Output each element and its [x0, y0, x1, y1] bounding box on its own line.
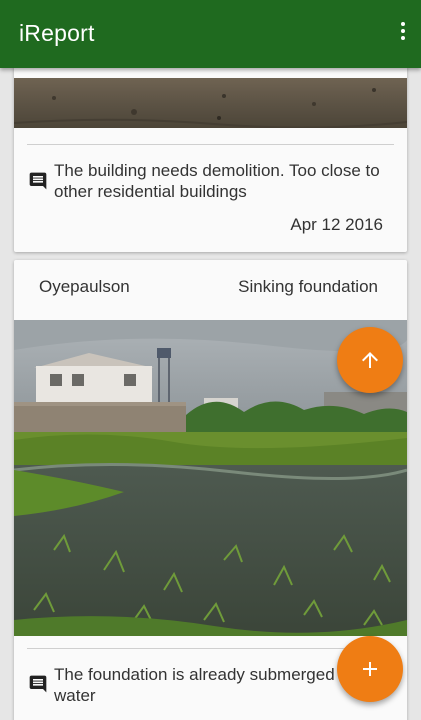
arrow-up-icon: [362, 352, 378, 368]
scroll-top-button[interactable]: [337, 327, 403, 393]
report-photo[interactable]: [14, 78, 407, 129]
comment-icon: [29, 172, 47, 190]
report-date: Apr 12 2016: [290, 215, 383, 234]
divider: [27, 144, 394, 145]
report-category: Sinking foundation: [238, 277, 378, 296]
report-username: Oyepaulson: [39, 277, 130, 296]
plus-icon: [363, 662, 377, 676]
report-comment: The foundation is already submerged in w…: [54, 665, 353, 705]
report-card[interactable]: The building needs demolition. Too close…: [14, 68, 407, 252]
divider: [27, 648, 394, 649]
app-title: iReport: [19, 20, 95, 46]
report-header: Oyepaulson Sinking foundation: [14, 260, 407, 320]
add-report-button[interactable]: [337, 636, 403, 702]
app-bar: iReport: [0, 0, 421, 68]
more-vert-icon[interactable]: [399, 22, 407, 44]
comment-icon: [29, 675, 47, 693]
report-comment: The building needs demolition. Too close…: [54, 161, 380, 201]
report-feed[interactable]: The building needs demolition. Too close…: [0, 68, 421, 720]
